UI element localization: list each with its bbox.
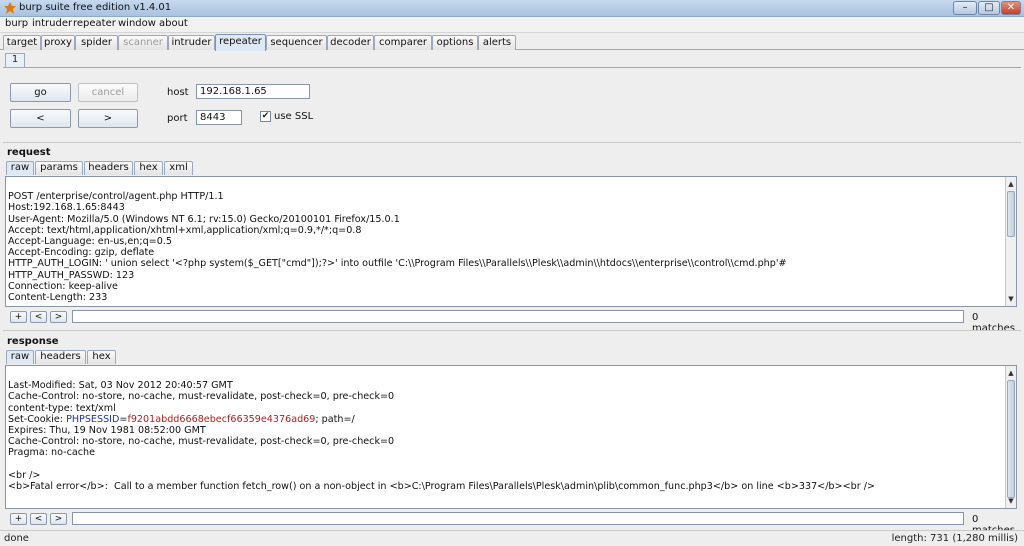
request-search-next-button[interactable]: > bbox=[50, 311, 67, 323]
response-search-input[interactable] bbox=[72, 512, 964, 525]
menu-burp[interactable]: burp bbox=[5, 18, 28, 29]
maximize-button[interactable]: □ bbox=[978, 1, 1000, 15]
close-button[interactable]: ✕ bbox=[1001, 1, 1021, 15]
response-search-next-button[interactable]: > bbox=[50, 513, 67, 525]
tab-sequencer[interactable]: sequencer bbox=[266, 35, 327, 50]
request-line: Accept: text/html,application/xhtml+xml,… bbox=[8, 224, 362, 236]
request-scrollbar[interactable]: ▲ ▼ bbox=[1005, 177, 1016, 306]
port-input[interactable]: 8443 bbox=[196, 110, 242, 125]
request-response-separator bbox=[3, 330, 1021, 331]
go-button[interactable]: go bbox=[10, 83, 71, 102]
response-line: Cache-Control: no-store, no-cache, must-… bbox=[8, 436, 395, 448]
response-scrollbar[interactable]: ▲ ▼ bbox=[1005, 366, 1016, 508]
response-line: Cache-Control: no-store, no-cache, must-… bbox=[8, 391, 395, 403]
request-title: request bbox=[7, 147, 51, 158]
response-tab-headers[interactable]: headers bbox=[35, 350, 86, 364]
use-ssl-checkbox[interactable]: ✔ bbox=[260, 111, 271, 122]
cookie-value: f9201abdd6668ebecf66359e4376ad69 bbox=[127, 413, 316, 425]
response-title: response bbox=[7, 336, 59, 347]
scroll-down-icon[interactable]: ▼ bbox=[1006, 294, 1016, 304]
previous-request-button[interactable]: < bbox=[10, 109, 71, 128]
response-line: Pragma: no-cache bbox=[8, 447, 96, 459]
response-line: <b>Fatal error</b>: Call to a member fun… bbox=[8, 481, 875, 493]
request-line: POST /enterprise/control/agent.php HTTP/… bbox=[8, 191, 224, 203]
menu-window[interactable]: window bbox=[118, 18, 156, 29]
tab-comparer[interactable]: comparer bbox=[374, 35, 432, 50]
tab-alerts[interactable]: alerts bbox=[478, 35, 516, 50]
request-line: Host:192.168.1.65:8443 bbox=[8, 202, 125, 214]
tab-scanner[interactable]: scanner bbox=[118, 35, 168, 50]
window-title: burp suite free edition v1.4.01 bbox=[19, 2, 172, 13]
request-search-prev-button[interactable]: < bbox=[30, 311, 47, 323]
request-tab-xml[interactable]: xml bbox=[164, 161, 193, 175]
main-tabs: target proxy spider scanner intruder rep… bbox=[0, 34, 1024, 51]
tab-spider[interactable]: spider bbox=[75, 35, 118, 50]
request-line: User-Agent: Mozilla/5.0 (Windows NT 6.1;… bbox=[8, 213, 400, 225]
tab-options[interactable]: options bbox=[432, 35, 478, 50]
response-line-blank: ​ bbox=[8, 459, 1004, 470]
request-search-add-button[interactable]: + bbox=[10, 311, 27, 323]
title-bar: burp suite free edition v1.4.01 – □ ✕ bbox=[0, 0, 1024, 17]
response-line: Last-Modified: Sat, 03 Nov 2012 20:40:57… bbox=[8, 380, 233, 392]
minimize-button[interactable]: – bbox=[953, 1, 977, 15]
response-tab-raw[interactable]: raw bbox=[6, 350, 34, 364]
status-text: done bbox=[4, 533, 29, 544]
port-label: port bbox=[167, 113, 188, 124]
request-line: HTTP_AUTH_PASSWD: 123 bbox=[8, 269, 135, 281]
tab-proxy[interactable]: proxy bbox=[41, 35, 75, 50]
request-tab-headers[interactable]: headers bbox=[84, 161, 133, 175]
response-tab-hex[interactable]: hex bbox=[87, 350, 116, 364]
menu-repeater[interactable]: repeater bbox=[73, 18, 116, 29]
menu-intruder[interactable]: intruder bbox=[32, 18, 72, 29]
panel-border bbox=[3, 67, 1021, 68]
response-editor[interactable]: Last-Modified: Sat, 03 Nov 2012 20:40:57… bbox=[5, 365, 1017, 509]
host-label: host bbox=[167, 87, 189, 98]
set-cookie-line: Set-Cookie: PHPSESSID=f9201abdd6668ebecf… bbox=[8, 414, 1004, 425]
tab-repeater[interactable]: repeater bbox=[215, 34, 266, 51]
repeater-subtab-1[interactable]: 1 bbox=[5, 53, 25, 67]
response-search-prev-button[interactable]: < bbox=[30, 513, 47, 525]
response-line: Expires: Thu, 19 Nov 1981 08:52:00 GMT bbox=[8, 425, 206, 437]
scroll-down-icon[interactable]: ▼ bbox=[1006, 496, 1016, 506]
minimize-icon: – bbox=[962, 2, 968, 13]
set-cookie-prefix: Set-Cookie: bbox=[8, 413, 67, 425]
scroll-up-icon[interactable]: ▲ bbox=[1006, 368, 1016, 378]
tab-decoder[interactable]: decoder bbox=[327, 35, 374, 50]
request-line: Accept-Language: en-us,en;q=0.5 bbox=[8, 236, 172, 248]
request-search-input[interactable] bbox=[72, 310, 964, 323]
controls-separator bbox=[3, 142, 1021, 143]
cookie-name: PHPSESSID bbox=[66, 413, 120, 425]
scroll-up-icon[interactable]: ▲ bbox=[1006, 179, 1016, 189]
host-input[interactable]: 192.168.1.65 bbox=[196, 84, 310, 99]
cookie-suffix: ; path=/ bbox=[315, 413, 355, 425]
request-tab-raw[interactable]: raw bbox=[6, 161, 34, 175]
request-tab-hex[interactable]: hex bbox=[134, 161, 163, 175]
response-search-add-button[interactable]: + bbox=[10, 513, 27, 525]
response-text: Last-Modified: Sat, 03 Nov 2012 20:40:57… bbox=[8, 369, 1004, 508]
use-ssl-label: use SSL bbox=[274, 111, 314, 122]
menu-bar: burp intruder repeater window about bbox=[0, 17, 1024, 33]
request-line: Connection: keep-alive bbox=[8, 280, 118, 292]
request-text: POST /enterprise/control/agent.php HTTP/… bbox=[8, 180, 1004, 306]
status-bar: done length: 731 (1,280 millis) bbox=[0, 530, 1024, 546]
burp-app-icon bbox=[4, 2, 16, 14]
menu-about[interactable]: about bbox=[159, 18, 188, 29]
close-icon: ✕ bbox=[1006, 2, 1016, 13]
request-line: Content-Length: 233 bbox=[8, 292, 108, 304]
response-length: length: 731 (1,280 millis) bbox=[891, 533, 1018, 544]
request-editor[interactable]: POST /enterprise/control/agent.php HTTP/… bbox=[5, 176, 1017, 307]
request-tab-params[interactable]: params bbox=[35, 161, 83, 175]
next-request-button[interactable]: > bbox=[78, 109, 138, 128]
request-line: HTTP_AUTH_LOGIN: ' union select '<?php s… bbox=[8, 258, 787, 270]
cancel-button[interactable]: cancel bbox=[78, 83, 138, 102]
response-line: <br /> bbox=[8, 469, 41, 481]
maximize-icon: □ bbox=[984, 2, 994, 13]
response-scroll-thumb[interactable] bbox=[1007, 380, 1015, 498]
request-line: Accept-Encoding: gzip, deflate bbox=[8, 247, 155, 259]
response-line: content-type: text/xml bbox=[8, 402, 116, 414]
tab-target[interactable]: target bbox=[3, 35, 41, 50]
tab-intruder[interactable]: intruder bbox=[168, 35, 215, 50]
request-scroll-thumb[interactable] bbox=[1007, 191, 1015, 237]
